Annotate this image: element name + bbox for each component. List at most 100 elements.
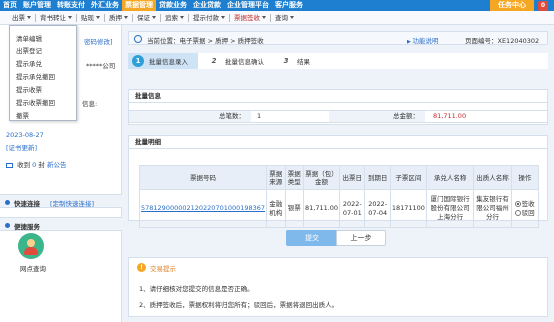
issue-dropdown-menu: 清单编辑 出票登记 提示承兑 提示承兑撤回 提示收票 提示收票撤回 撤票 — [9, 25, 77, 121]
col-bill-no: 票据号码 — [138, 165, 268, 190]
col-source: 票据来源 — [266, 165, 286, 190]
mail-icon — [6, 162, 13, 168]
bill-pledgor: 集友银行有限公司福州分行 — [473, 189, 512, 228]
table-row: 578129000002120220701000198367 金融机构 银票 8… — [138, 189, 540, 228]
tip-line-2: 2、质押签收后，票据权利将归您所有；驳回后，票据将退回出质人。 — [139, 301, 339, 309]
cert-update-link[interactable]: [证书更新] — [6, 142, 37, 152]
menu-item-present-receive-withdraw[interactable]: 提示收票撤回 — [16, 97, 55, 107]
step-3: 3 结果 — [283, 57, 310, 66]
bullet-icon — [5, 223, 10, 228]
total-amount-value: 81,711.00 — [433, 112, 467, 120]
page-number: 页面编号：XE12040302 — [465, 37, 540, 45]
subnav-query[interactable]: 查询 — [271, 14, 298, 22]
step-2: 2 批量信息确认 — [211, 57, 264, 66]
nav-loan[interactable]: 贷款业务 — [156, 0, 190, 11]
bill-number-link[interactable]: 578129000002120220701000198367 — [138, 189, 268, 228]
main-content: 当前位置：电子票据 > 质押 > 质押签收 ▶ 功能说明 页面编号：XE1204… — [128, 25, 554, 322]
col-pledgor: 出质人名称 — [473, 165, 512, 190]
menu-item-list-edit[interactable]: 清单编辑 — [16, 33, 42, 43]
reject-radio[interactable]: 驳回 — [514, 209, 537, 218]
company-name: *****公司 — [86, 62, 116, 70]
submit-button[interactable]: 提交 — [286, 230, 338, 246]
menu-item-cancel-bill[interactable]: 撤票 — [16, 110, 29, 120]
nav-transfer[interactable]: 转账支付 — [54, 0, 88, 11]
convenient-service-section: 便捷服务 — [0, 217, 122, 231]
batch-detail-panel: 批量明细 票据号码 票据来源 票据类型 票据（包）金额 出票日 到期日 子票区间… — [128, 135, 548, 228]
menu-item-present-accept[interactable]: 提示承兑 — [16, 58, 42, 68]
nav-customer-service[interactable]: 客户服务 — [272, 0, 306, 11]
table-header-row: 票据号码 票据来源 票据类型 票据（包）金额 出票日 到期日 子票区间 承兑人名… — [138, 165, 540, 190]
breadcrumb-bar: 当前位置：电子票据 > 质押 > 质押签收 ▶ 功能说明 页面编号：XE1204… — [128, 31, 548, 45]
subnav-endorse[interactable]: 背书转让 — [36, 13, 77, 22]
col-type: 票据类型 — [284, 165, 304, 190]
previous-step-button[interactable]: 上一步 — [336, 230, 386, 246]
sub-nav: 出票 背书转让 贴现 质押 保证 追索 提示付款 票据签收 查询 — [0, 11, 554, 25]
nav-corp-loan[interactable]: 企业贷款 — [190, 0, 224, 11]
transaction-tips: ! 交易提示 1、请仔细核对您提交的信息是否正确。 2、质押签收后，票据权利将归… — [128, 257, 548, 317]
chevron-down-icon — [180, 16, 184, 19]
task-center-button[interactable]: 任务中心 — [490, 0, 534, 11]
netpoint-query-label[interactable]: 网点查询 — [20, 263, 46, 273]
total-count-label: 总笔数： — [129, 111, 251, 122]
gear-icon — [134, 35, 142, 43]
help-link[interactable]: ▶ 功能说明 — [407, 35, 438, 45]
bill-due-date: 2022-07-04 — [364, 189, 391, 228]
subnav-discount[interactable]: 贴现 — [77, 13, 105, 22]
menu-item-present-accept-withdraw[interactable]: 提示承兑撤回 — [16, 71, 55, 81]
chevron-down-icon — [152, 16, 156, 19]
bill-sub-range: 18171100 — [389, 189, 427, 228]
subnav-issue[interactable]: 出票 — [8, 13, 36, 22]
bill-source: 金融机构 — [266, 189, 286, 228]
info-icon: ! — [137, 263, 146, 272]
chevron-down-icon — [221, 16, 225, 19]
chevron-down-icon — [68, 16, 72, 19]
subnav-bill-sign[interactable]: 票据签收 — [230, 13, 271, 22]
modify-password-link[interactable]: 密码修改] — [84, 36, 113, 46]
col-amount: 票据（包）金额 — [302, 165, 341, 190]
batch-info-panel: 批量信息 总笔数： 1 总金额： 81,711.00 — [128, 89, 548, 125]
menu-item-issue-register[interactable]: 出票登记 — [16, 45, 42, 55]
nav-forex[interactable]: 外汇业务 — [88, 0, 122, 11]
radio-checked-icon — [514, 200, 521, 207]
task-count-badge: 0 — [538, 1, 548, 11]
operation-cell: 签收 驳回 — [510, 189, 540, 228]
subnav-guarantee[interactable]: 保证 — [133, 13, 161, 22]
bill-type: 银票 — [284, 189, 304, 228]
chevron-down-icon — [262, 16, 266, 19]
menu-item-present-receive[interactable]: 提示收票 — [16, 84, 42, 94]
login-date: 2023-08-27 — [6, 131, 44, 139]
bullet-icon — [5, 200, 10, 205]
quick-links-section: 快速连接 [定制快速连接] — [0, 194, 122, 208]
batch-detail-table: 票据号码 票据来源 票据类型 票据（包）金额 出票日 到期日 子票区间 承兑人名… — [138, 165, 540, 228]
subnav-recourse[interactable]: 追索 — [161, 13, 189, 22]
new-notice-link[interactable]: 新公告 — [47, 161, 67, 169]
batch-info-title: 批量信息 — [129, 90, 547, 103]
sign-radio[interactable]: 签收 — [514, 200, 537, 209]
subnav-pledge[interactable]: 质押 — [105, 13, 133, 22]
nav-account[interactable]: 账户管理 — [20, 0, 54, 11]
netpoint-icon[interactable] — [18, 233, 44, 259]
total-count-value: 1 — [257, 112, 262, 120]
bill-issue-date: 2022-07-01 — [339, 189, 366, 228]
radio-unchecked-icon — [514, 209, 521, 216]
col-due-date: 到期日 — [364, 165, 391, 190]
nav-bill-management[interactable]: 票据管理 — [122, 0, 156, 11]
chevron-down-icon — [290, 16, 294, 19]
bill-acceptor: 厦门国际银行股份有限公司上海分行 — [425, 189, 475, 228]
tip-line-1: 1、请仔细核对您提交的信息是否正确。 — [139, 285, 254, 293]
col-operation: 操作 — [510, 165, 540, 190]
chevron-down-icon — [27, 16, 31, 19]
step-indicator: 1 批量信息录入 2 批量信息确认 3 结果 — [128, 53, 548, 69]
chevron-down-icon — [96, 16, 100, 19]
tips-title: 交易提示 — [150, 265, 176, 273]
subnav-present-payment[interactable]: 提示付款 — [189, 13, 230, 22]
custom-quick-links[interactable]: [定制快速连接] — [50, 198, 94, 208]
info-label: 信息: — [82, 100, 98, 108]
step-1: 1 批量信息录入 — [128, 53, 198, 69]
nav-home[interactable]: 首页 — [0, 0, 20, 11]
col-issue-date: 出票日 — [339, 165, 366, 190]
col-acceptor: 承兑人名称 — [425, 165, 475, 190]
top-nav: 首页 账户管理 转账支付 外汇业务 票据管理 贷款业务 企业贷款 企业管理平台 … — [0, 0, 554, 11]
nav-corp-platform[interactable]: 企业管理平台 — [224, 0, 272, 11]
received-mail-row: 收到 0 封 新公告 — [6, 159, 66, 169]
